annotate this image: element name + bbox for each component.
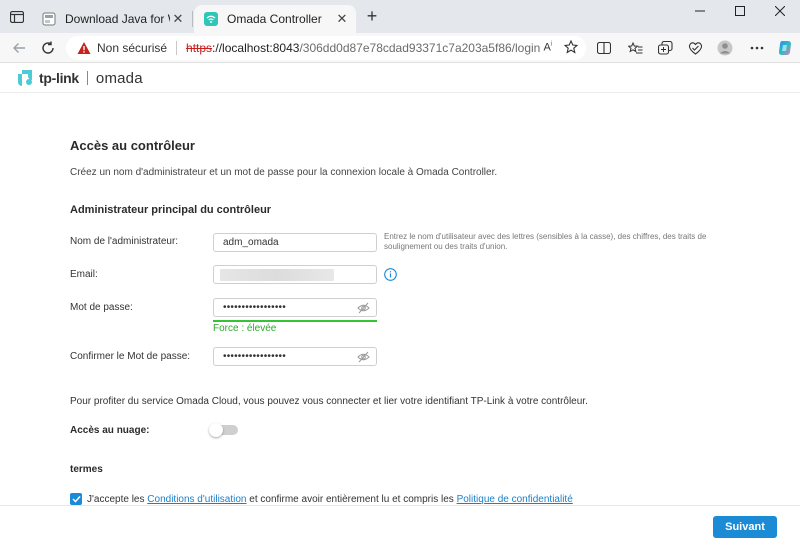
- tab-download-java[interactable]: Download Java for Windows ✕: [32, 5, 192, 33]
- terms-text-2: et confirme avoir entièrement lu et comp…: [246, 493, 457, 505]
- warning-icon: [77, 42, 91, 54]
- checkmark-icon: [71, 495, 81, 503]
- copilot-icon[interactable]: [776, 39, 794, 57]
- profile-avatar-icon[interactable]: [716, 39, 734, 57]
- terms-row: J'accepte les Conditions d'utilisation e…: [70, 493, 573, 505]
- java-icon: [42, 12, 56, 26]
- tab-omada-controller[interactable]: Omada Controller ✕: [194, 5, 356, 33]
- collections-icon[interactable]: [656, 39, 674, 57]
- admin-name-input[interactable]: adm_omada: [213, 233, 377, 252]
- privacy-policy-link[interactable]: Politique de confidentialité: [457, 494, 573, 505]
- site-header: tp-link omada: [0, 63, 800, 93]
- close-window-button[interactable]: [760, 0, 800, 22]
- password-strength-bar: [213, 320, 377, 322]
- tab-separator: [192, 11, 193, 27]
- tp-link-omada-logo: tp-link omada: [15, 68, 143, 88]
- tab-actions-icon[interactable]: [6, 7, 28, 27]
- cloud-description: Pour profiter du service Omada Cloud, vo…: [70, 396, 588, 407]
- address-bar[interactable]: Non sécurisé https://localhost:8043/306d…: [66, 36, 586, 60]
- logo-divider: [86, 71, 88, 85]
- section-title: Administrateur principal du contrôleur: [70, 204, 272, 216]
- security-label[interactable]: Non sécurisé: [97, 41, 167, 55]
- eye-slash-icon[interactable]: [357, 351, 370, 363]
- admin-name-label: Nom de l'administrateur:: [70, 236, 179, 247]
- info-icon[interactable]: [384, 268, 397, 281]
- tp-link-logo-icon: [18, 70, 32, 86]
- close-tab-icon[interactable]: ✕: [334, 11, 350, 27]
- back-arrow-icon: [13, 43, 25, 53]
- admin-name-value: adm_omada: [223, 237, 279, 248]
- minimize-button[interactable]: [680, 0, 720, 22]
- confirm-password-field[interactable]: •••••••••••••••••: [213, 347, 377, 366]
- tab-title: Download Java for Windows: [65, 12, 170, 26]
- favorite-star-icon[interactable]: [564, 40, 578, 54]
- browser-toolbar: Non sécurisé https://localhost:8043/306d…: [0, 33, 800, 63]
- redacted-email: [220, 269, 334, 281]
- password-field[interactable]: •••••••••••••••••: [213, 298, 377, 317]
- confirm-password-label: Confirmer le Mot de passe:: [70, 351, 191, 362]
- email-label: Email:: [70, 269, 98, 280]
- url-scheme: https: [186, 41, 213, 55]
- read-aloud-icon[interactable]: Aʲ: [544, 41, 552, 54]
- browser-tab-strip: Download Java for Windows ✕ Omada Contro…: [0, 0, 800, 33]
- password-value: •••••••••••••••••: [223, 302, 286, 313]
- browser-essentials-icon[interactable]: [686, 39, 704, 57]
- reload-icon: [42, 41, 54, 54]
- maximize-button[interactable]: [720, 0, 760, 22]
- terms-text-1: J'accepte les: [87, 493, 148, 505]
- cloud-access-toggle[interactable]: [209, 423, 238, 437]
- favorites-icon[interactable]: [626, 39, 644, 57]
- email-field[interactable]: [213, 265, 377, 284]
- terms-of-use-link[interactable]: Conditions d'utilisation: [147, 494, 246, 505]
- new-tab-button[interactable]: +: [362, 7, 382, 27]
- tab-title: Omada Controller: [227, 12, 322, 26]
- toggle-knob: [209, 423, 223, 437]
- confirm-password-value: •••••••••••••••••: [223, 351, 286, 362]
- brand-name: tp-link: [39, 70, 79, 86]
- address-separator: [176, 41, 178, 55]
- terms-checkbox[interactable]: [70, 493, 82, 505]
- url-path: /306dd0d87e78cdad93371c7a203a5f86/login: [299, 41, 541, 55]
- url-text[interactable]: https://localhost:8043/306dd0d87e78cdad9…: [186, 41, 540, 55]
- page-description: Créez un nom d'administrateur et un mot …: [70, 167, 498, 178]
- url-host: ://localhost:8043: [212, 41, 300, 55]
- back-button[interactable]: [9, 38, 29, 58]
- password-strength-text: Force : élevée: [213, 323, 277, 334]
- page-title: Accès au contrôleur: [70, 138, 195, 153]
- reload-button[interactable]: [38, 38, 58, 58]
- terms-title: termes: [70, 464, 103, 475]
- product-name: omada: [95, 69, 143, 87]
- more-menu-icon[interactable]: [748, 39, 766, 57]
- next-button[interactable]: Suivant: [713, 516, 777, 538]
- main-content: Accès au contrôleur Créez un nom d'admin…: [0, 93, 800, 505]
- eye-slash-icon[interactable]: [357, 302, 370, 314]
- password-label: Mot de passe:: [70, 302, 133, 313]
- admin-name-hint: Entrez le nom d'utilisateur avec des let…: [384, 232, 707, 251]
- page-footer: Suivant: [0, 505, 800, 548]
- omada-wifi-icon: [204, 12, 218, 26]
- close-tab-icon[interactable]: ✕: [170, 11, 186, 27]
- split-screen-icon[interactable]: [595, 39, 613, 57]
- cloud-access-label: Accès au nuage:: [70, 425, 150, 436]
